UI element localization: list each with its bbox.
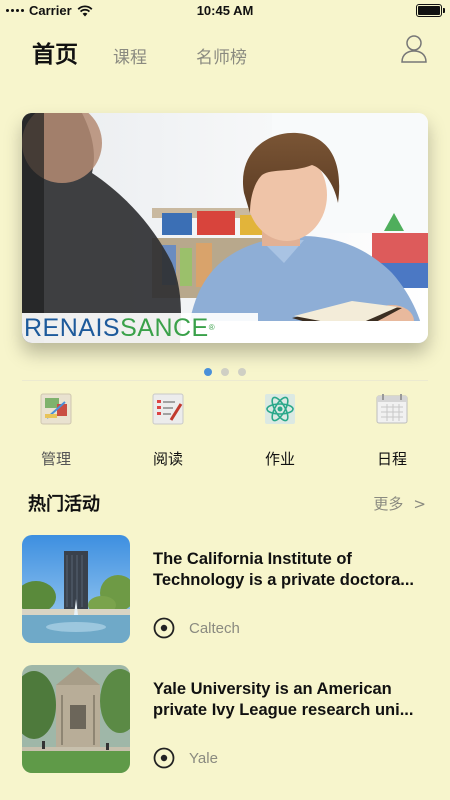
quick-item-schedule[interactable]: 日程 xyxy=(352,392,432,469)
activity-thumbnail xyxy=(22,535,130,643)
activity-title: The California Institute of Technology i… xyxy=(153,550,415,589)
carousel-dot[interactable] xyxy=(221,368,229,376)
banner-brand-logo: RENAISSANCE® xyxy=(22,313,258,343)
quick-item-label: 作业 xyxy=(264,450,295,468)
battery-icon xyxy=(416,4,445,17)
calendar-icon xyxy=(376,394,408,424)
activity-thumbnail xyxy=(22,665,130,773)
top-nav: 首页 课程 名师榜 xyxy=(0,30,450,74)
target-icon xyxy=(153,617,175,639)
quick-item-label: 日程 xyxy=(376,450,407,468)
chevron-right-icon: > xyxy=(413,495,426,513)
reading-icon xyxy=(152,393,184,425)
quick-item-manage[interactable]: 管理 xyxy=(16,392,96,469)
activity-tag: Caltech xyxy=(189,619,240,637)
activity-card[interactable]: The California Institute of Technology i… xyxy=(22,535,430,645)
tab-courses[interactable]: 课程 xyxy=(113,43,147,68)
banner-carousel[interactable]: RENAISSANCE® xyxy=(22,113,428,343)
user-icon[interactable] xyxy=(400,34,428,64)
activity-title: Yale University is an American private I… xyxy=(153,680,414,719)
carousel-dot[interactable] xyxy=(238,368,246,376)
divider xyxy=(22,380,428,381)
activity-card[interactable]: Yale University is an American private I… xyxy=(22,665,430,775)
quick-menu: 管理 阅读 作业 日程 xyxy=(0,392,450,472)
quick-item-label: 管理 xyxy=(40,450,71,468)
section-title: 热门活动 xyxy=(28,494,100,515)
target-icon xyxy=(153,747,175,769)
activity-meta: Yale xyxy=(153,747,218,769)
status-bar: Carrier 10:45 AM xyxy=(0,0,450,22)
manage-icon xyxy=(40,393,72,425)
banner-image xyxy=(22,113,428,343)
quick-item-reading[interactable]: 阅读 xyxy=(128,392,208,469)
status-time: 10:45 AM xyxy=(196,3,254,18)
tab-home[interactable]: 首页 xyxy=(32,35,78,69)
homework-icon xyxy=(265,394,295,424)
carousel-indicator[interactable] xyxy=(0,368,450,376)
tab-teacher-ranking[interactable]: 名师榜 xyxy=(196,43,247,68)
more-link[interactable]: 更多 > xyxy=(373,493,426,514)
quick-item-homework[interactable]: 作业 xyxy=(240,392,320,469)
more-label: 更多 xyxy=(373,495,404,513)
carousel-dot[interactable] xyxy=(204,368,212,376)
activity-meta: Caltech xyxy=(153,617,240,639)
activity-tag: Yale xyxy=(189,749,218,767)
quick-item-label: 阅读 xyxy=(152,450,183,468)
